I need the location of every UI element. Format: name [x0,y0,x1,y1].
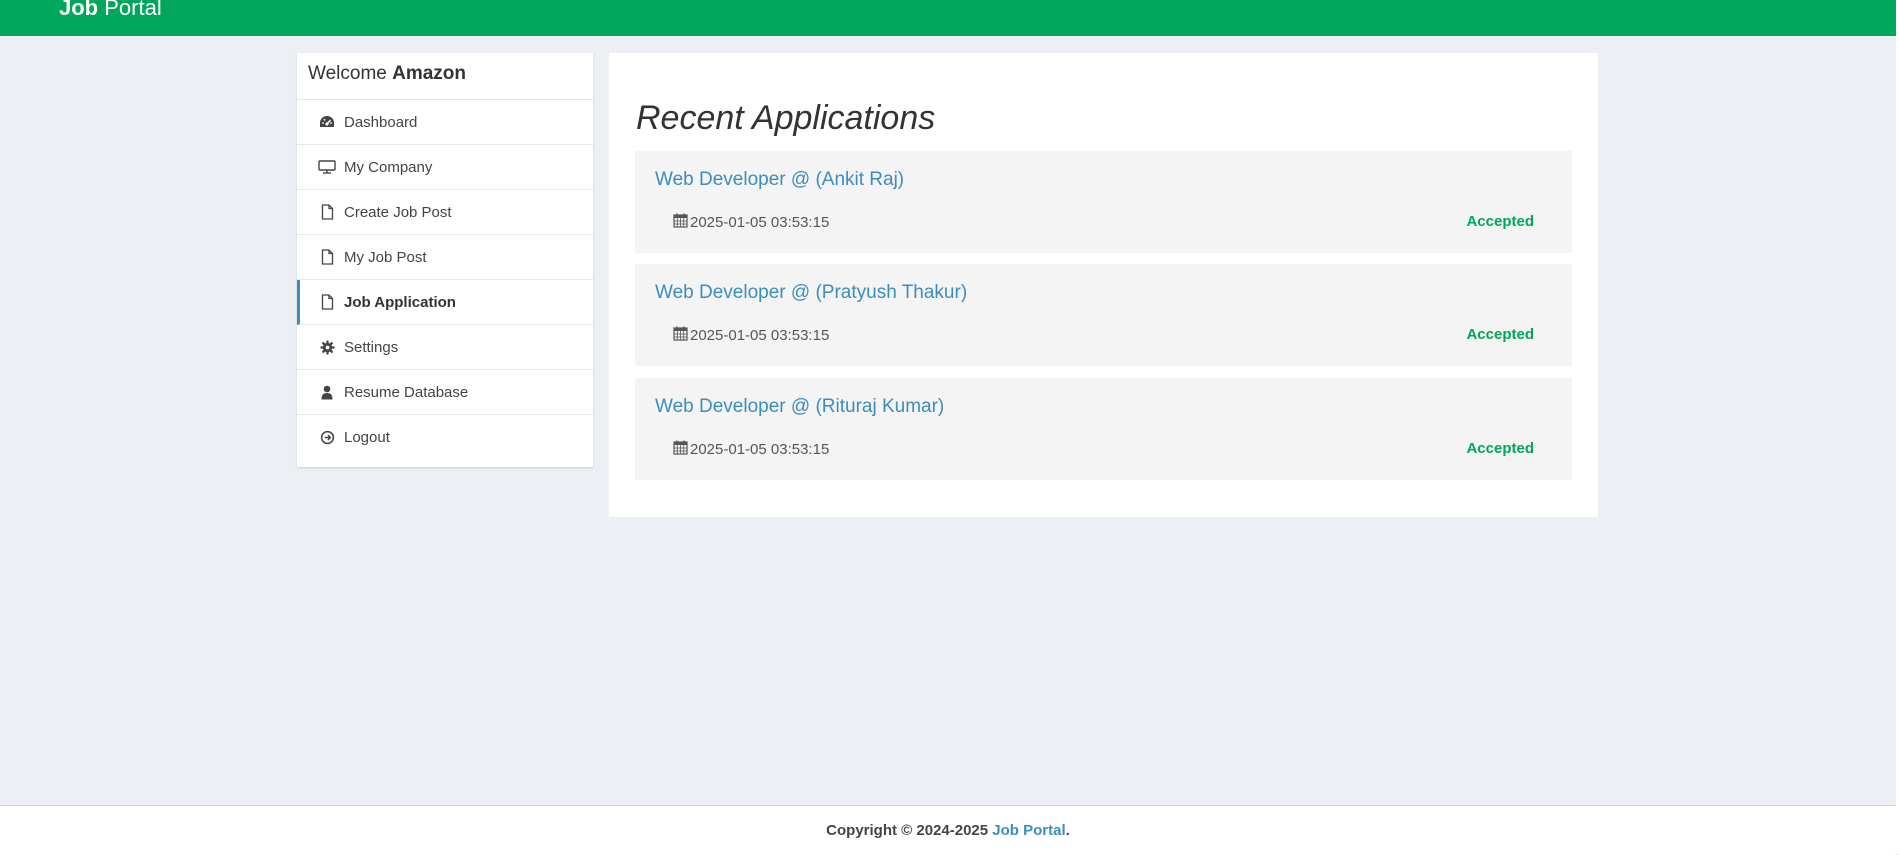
top-header-bar: Job Portal [0,0,1896,36]
application-title-link[interactable]: Web Developer @ (Rituraj Kumar) [655,396,944,418]
recent-applications-panel: Recent Applications Web Developer @ (Ank… [609,53,1598,517]
sidebar-item-label: Dashboard [344,113,418,131]
welcome-heading: Welcome Amazon [297,53,593,100]
sidebar-item-label: Logout [344,429,390,446]
status-badge: Accepted [1466,213,1534,230]
sidebar-item-job-application[interactable]: Job Application [297,280,593,325]
sidebar-item-my-company[interactable]: My Company [297,145,593,190]
sidebar-item-settings[interactable]: Settings [297,325,593,370]
brand-rest: Portal [104,0,162,20]
application-date: 2025-01-05 03:53:15 [673,326,829,345]
sidebar-menu: Welcome Amazon Dashboard My Company Crea… [297,53,593,467]
file-icon [316,293,338,311]
brand-bold: Job [59,0,99,20]
welcome-prefix: Welcome [308,63,387,84]
file-icon [316,203,338,221]
application-title-link[interactable]: Web Developer @ (Pratyush Thakur) [655,282,967,304]
application-card: Web Developer @ (Rituraj Kumar) 2025-01-… [635,378,1572,480]
dashboard-icon [316,113,338,131]
sidebar-item-label: Settings [344,338,399,356]
application-card: Web Developer @ (Ankit Raj) 2025-01-05 0… [635,151,1572,253]
sidebar-item-resume-database[interactable]: Resume Database [297,370,593,415]
footer-home-link[interactable]: Job Portal [992,822,1065,839]
gear-icon [316,338,338,356]
file-icon [316,248,338,266]
sidebar-item-logout[interactable]: Logout [297,415,593,460]
sidebar-item-label: Resume Database [344,383,469,401]
sidebar-item-my-job-post[interactable]: My Job Post [297,235,593,280]
application-card: Web Developer @ (Pratyush Thakur) 2025-0… [635,264,1572,366]
application-date: 2025-01-05 03:53:15 [673,213,829,232]
company-name: Amazon [392,63,467,84]
sidebar-item-create-job-post[interactable]: Create Job Post [297,190,593,235]
calendar-icon [673,213,688,232]
page-title: Recent Applications [636,99,936,137]
application-title-link[interactable]: Web Developer @ (Ankit Raj) [655,169,904,191]
page-footer: Copyright © 2024-2025 Job Portal. [0,805,1896,855]
application-date-text: 2025-01-05 03:53:15 [690,327,830,344]
brand-logo[interactable]: Job Portal [59,0,162,22]
status-badge: Accepted [1466,326,1534,343]
application-date-text: 2025-01-05 03:53:15 [690,441,830,458]
desktop-icon [316,158,338,176]
sidebar-item-label: Job Application [344,293,456,311]
calendar-icon [673,440,688,459]
user-icon [316,383,338,401]
sidebar-item-label: My Company [344,158,433,176]
application-date: 2025-01-05 03:53:15 [673,440,829,459]
calendar-icon [673,326,688,345]
status-badge: Accepted [1466,440,1534,457]
sidebar-item-label: Create Job Post [344,203,452,221]
application-date-text: 2025-01-05 03:53:15 [690,214,830,231]
logout-icon [316,429,338,447]
copyright-text: Copyright © 2024-2025 [826,822,989,839]
sidebar-item-dashboard[interactable]: Dashboard [297,100,593,145]
footer-suffix: . [1065,822,1070,839]
sidebar-item-label: My Job Post [344,248,427,266]
